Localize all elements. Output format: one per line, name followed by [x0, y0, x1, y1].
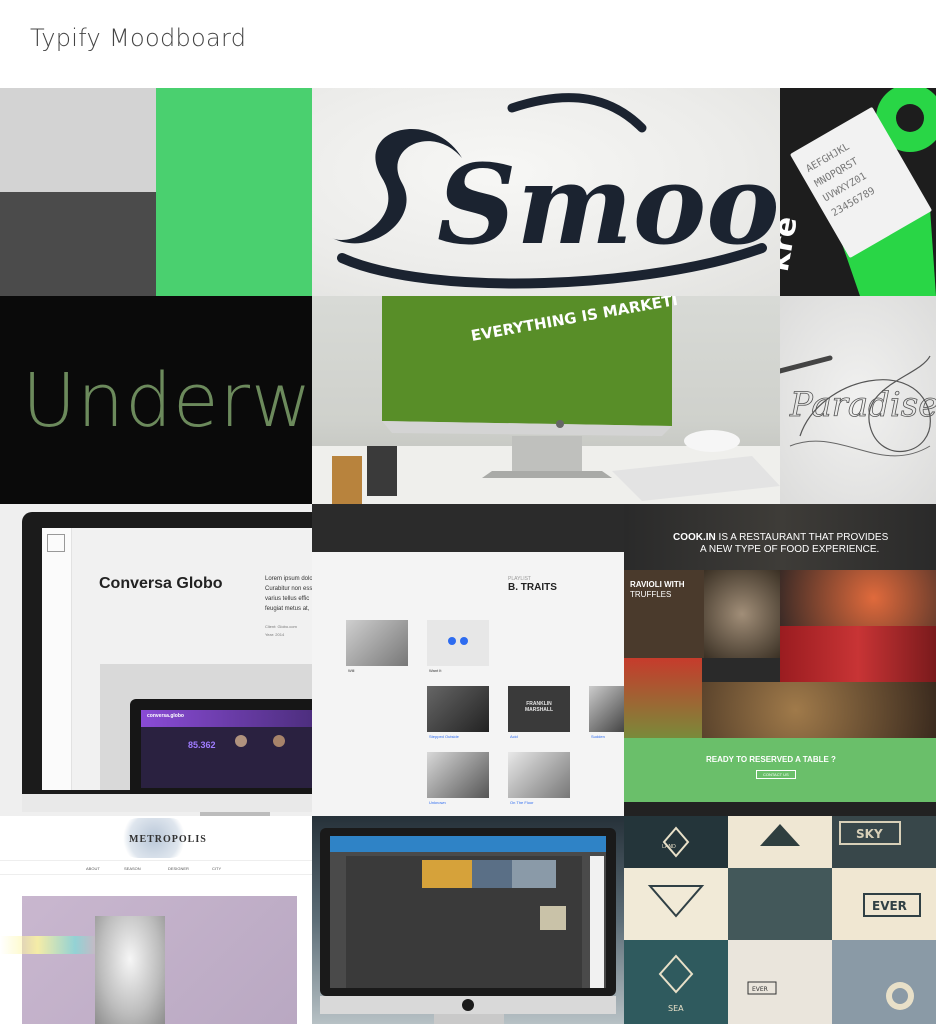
laptop-screen-title: conversa.globo	[147, 713, 184, 719]
image-conversa-globo-laptop[interactable]: Conversa Globo Lorem ipsum dolor Curabit…	[0, 504, 312, 816]
metro-nav-about[interactable]: ABOUT	[86, 866, 100, 871]
cook-brand: COOK.IN	[673, 532, 716, 543]
sea-word: SEA	[668, 1004, 684, 1013]
cook-headline-rest: IS A RESTAURANT THAT PROVIDES	[715, 532, 889, 543]
image-paradise-script[interactable]: Paradise	[780, 296, 936, 504]
music-item-7[interactable]: On The Floor	[510, 800, 534, 805]
laptop-client: Client: Globo.com	[265, 624, 297, 629]
music-item-5[interactable]: Sudden	[591, 734, 605, 739]
swatch-green[interactable]	[156, 88, 312, 296]
image-imac-app-mockup[interactable]	[312, 816, 624, 1024]
metro-nav-designer[interactable]: DESIGNER	[168, 866, 189, 871]
metro-nav-city[interactable]: CITY	[212, 866, 221, 871]
sky-word: SKY	[856, 827, 883, 841]
paradise-text: Paradise	[789, 385, 936, 425]
laptop-heading: Conversa Globo	[99, 575, 223, 592]
music-item-3[interactable]: Stepped Outside	[429, 734, 459, 739]
image-metropolis-site[interactable]: METROPOLIS ABOUT SEASON DESIGNER CITY	[0, 816, 312, 1024]
cook-cta: READY TO RESERVED A TABLE ?	[706, 755, 836, 764]
image-desk-imac[interactable]: EVERYTHING IS MARKETI	[312, 296, 780, 504]
image-type-poster[interactable]: AEFGHJKL MNOPQRST UVWXYZ01 23456789 kre	[780, 88, 936, 296]
ever-word: EVER	[872, 899, 907, 913]
cook-card-sub: TRUFFLES	[630, 590, 672, 599]
music-item-4[interactable]: Acid	[510, 734, 518, 739]
image-sky-ever-icons[interactable]: SKY EVER LAND SEA EVER	[624, 816, 936, 1024]
image-cook-in-website[interactable]: COOK.IN IS A RESTAURANT THAT PROVIDES A …	[624, 504, 936, 816]
cook-headline-1: COOK.IN IS A RESTAURANT THAT PROVIDES	[673, 532, 888, 543]
music-item-6[interactable]: Unknown	[429, 800, 446, 805]
music-header: B. TRAITS	[508, 582, 557, 593]
cook-contact-button[interactable]: CONTACT US	[756, 770, 796, 779]
metro-nav-season[interactable]: SEASON	[124, 866, 141, 871]
laptop-year: Year: 2014	[265, 632, 285, 637]
swatch-light-gray[interactable]	[0, 88, 156, 192]
smooth-text: Smooth	[437, 140, 780, 269]
swatch-dark-gray[interactable]	[0, 192, 156, 296]
metro-logo: METROPOLIS	[129, 834, 207, 845]
header: Typify Moodboard	[0, 0, 936, 88]
land-word: LAND	[662, 844, 676, 850]
cook-card-title: RAVIOLI WITH	[630, 580, 685, 589]
music-item-1[interactable]: Will	[348, 668, 354, 673]
ever-small-word: EVER	[752, 986, 768, 993]
page-title: Typify Moodboard	[30, 24, 247, 52]
laptop-screen-number: 85.362	[188, 740, 216, 750]
image-smooth-lettering[interactable]: Smooth	[312, 88, 780, 296]
image-underwood-type[interactable]: Underwo	[0, 296, 312, 504]
underwood-text: Underwo	[22, 358, 312, 444]
image-music-playlist-ui[interactable]: PLAYLIST B. TRAITS Will Want It FRANKLIN…	[312, 504, 624, 816]
laptop-body: Lorem ipsum dolor Curabitur non esse var…	[265, 576, 312, 612]
smooth-script-art: Smooth	[332, 93, 780, 289]
music-logo: FRANKLIN MARSHALL	[524, 701, 554, 713]
music-item-2[interactable]: Want It	[429, 668, 442, 673]
cook-headline-2: A NEW TYPE OF FOOD EXPERIENCE.	[700, 544, 880, 555]
